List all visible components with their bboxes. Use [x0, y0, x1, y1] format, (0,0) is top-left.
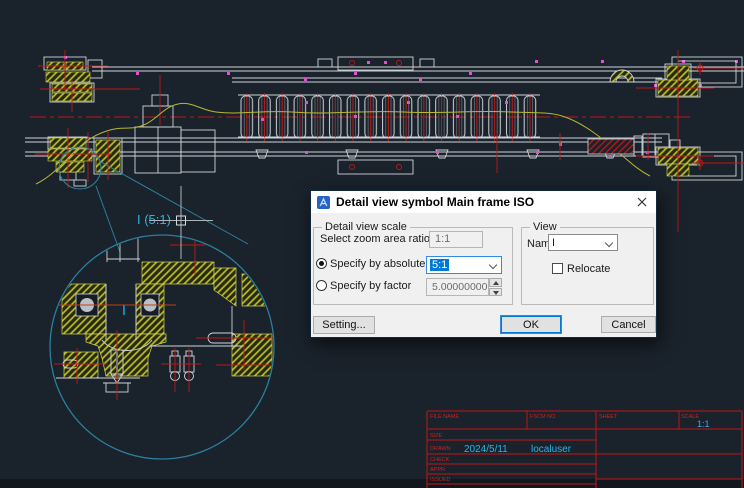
close-icon[interactable]: [634, 195, 650, 209]
conveyor-rollers: [238, 93, 540, 141]
spin-up-icon[interactable]: [489, 278, 502, 287]
tb-check-label: CHECK: [430, 457, 450, 463]
tb-appr-label: APPR.: [430, 467, 447, 473]
specify-absolute-radio[interactable]: [316, 258, 327, 269]
detail-letter-text: I: [122, 302, 126, 318]
absolute-scale-combo[interactable]: 5:1: [426, 256, 502, 274]
detail-view-symbol-dialog: Detail view symbol Main frame ISO Detail…: [310, 190, 657, 338]
tb-sheet-label: SHEET: [599, 414, 618, 420]
canvas-bottom-band: [0, 479, 744, 488]
relocate-checkbox[interactable]: [552, 263, 563, 274]
tb-scale-value: 1:1: [697, 419, 710, 429]
view-name-value: I: [552, 237, 555, 249]
cad-app-icon: [317, 196, 330, 209]
factor-spinner: [489, 278, 502, 296]
spin-down-icon[interactable]: [489, 288, 502, 297]
dialog-titlebar[interactable]: Detail view symbol Main frame ISO: [311, 191, 656, 213]
absolute-scale-value: 5:1: [430, 259, 449, 271]
dialog-title: Detail view symbol Main frame ISO: [336, 195, 534, 209]
tb-drawn-by: localuser: [531, 444, 572, 455]
view-group-title: View: [530, 221, 560, 233]
tb-file-name-label: FILE NAME: [430, 414, 459, 420]
ok-button[interactable]: OK: [501, 316, 561, 333]
specify-factor-label[interactable]: Specify by factor: [330, 280, 411, 292]
chevron-down-icon[interactable]: [489, 261, 497, 269]
zoom-ratio-label: Select zoom area ratio:: [320, 233, 433, 245]
zoom-ratio-field: 1:1: [429, 231, 483, 248]
tb-size-label: SIZE: [430, 433, 443, 439]
tb-drawn-date: 2024/5/11: [464, 444, 508, 455]
tb-fscm-label: FSCM NO: [530, 414, 556, 420]
factor-field[interactable]: 5.0000000000: [426, 278, 489, 296]
specify-factor-radio[interactable]: [316, 280, 327, 291]
cancel-button[interactable]: Cancel: [601, 316, 656, 333]
tb-drawn-label: DRAWN: [430, 446, 451, 452]
relocate-label[interactable]: Relocate: [567, 263, 610, 275]
detail-view-label: I (5:1): [137, 212, 171, 227]
chevron-down-icon[interactable]: [605, 239, 613, 247]
application-window: I I (5:1): [0, 0, 744, 488]
specify-absolute-label[interactable]: Specify by absolute: [330, 258, 425, 270]
scale-group-title: Detail view scale: [322, 221, 410, 233]
view-name-combo[interactable]: I: [548, 234, 618, 251]
setting-button[interactable]: Setting...: [313, 316, 375, 334]
tb-issued-label: ISSUED: [430, 477, 451, 483]
